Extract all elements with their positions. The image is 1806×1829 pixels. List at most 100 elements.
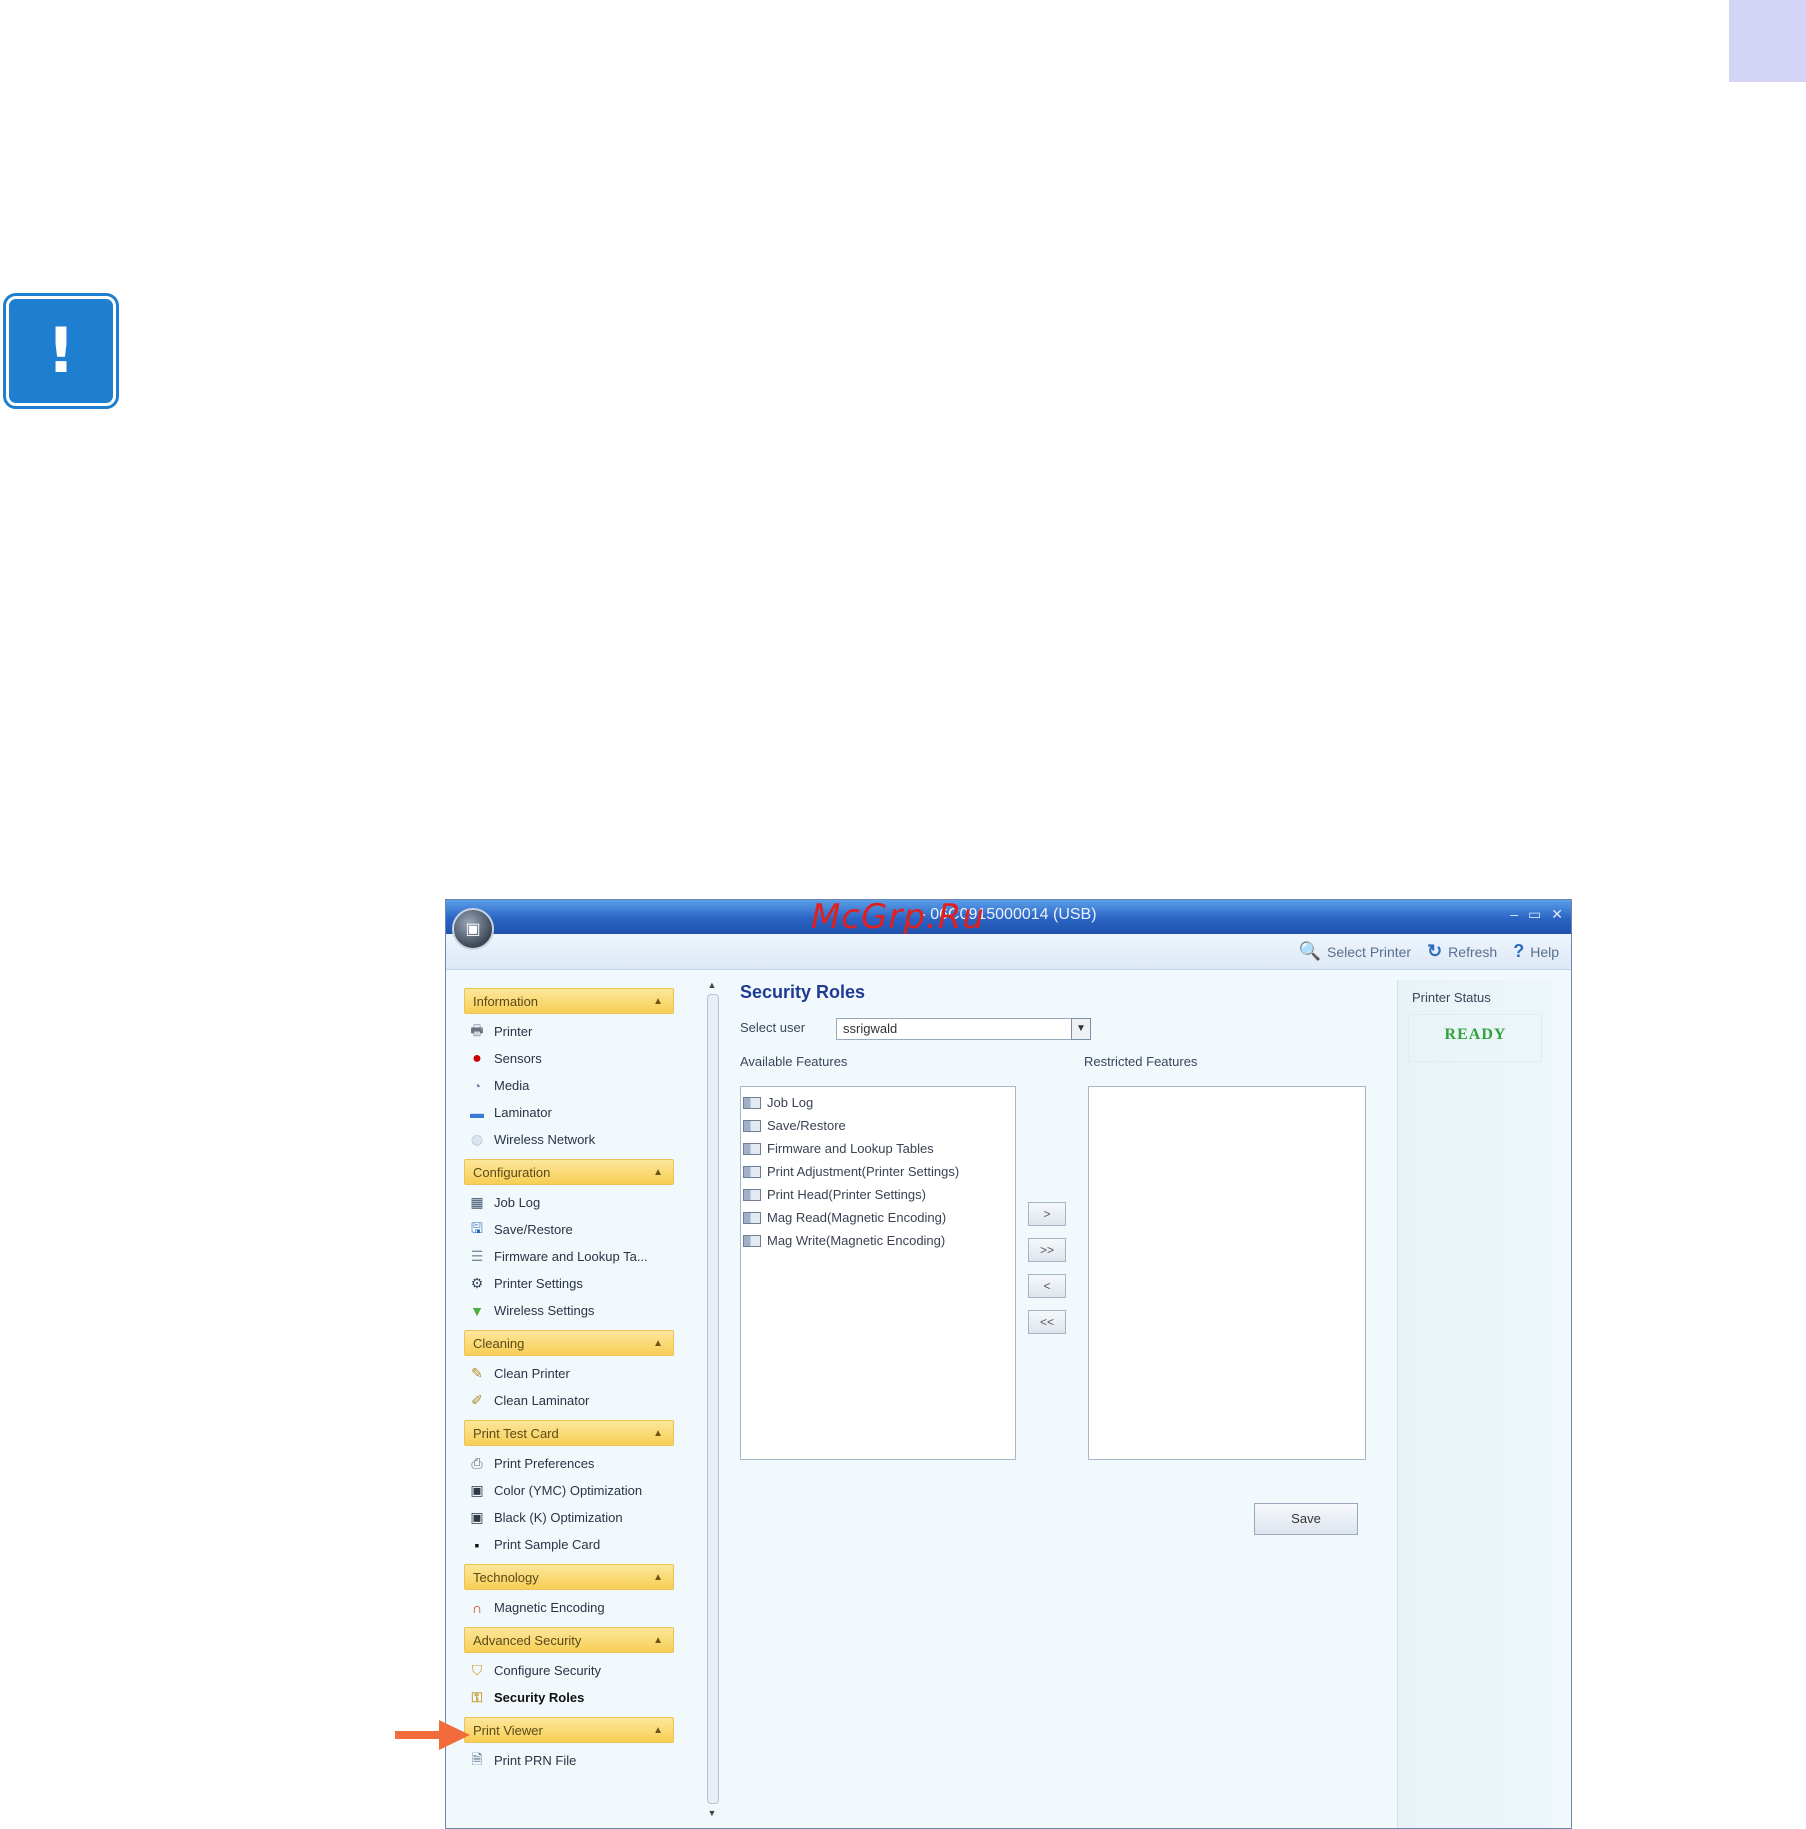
black-card-icon: ▣ bbox=[470, 1509, 484, 1525]
sidebar-item-print-preferences[interactable]: ⎙ Print Preferences bbox=[464, 1450, 674, 1477]
help-icon: ? bbox=[1513, 941, 1525, 961]
sidebar-item-magnetic-encoding[interactable]: ∩ Magnetic Encoding bbox=[464, 1594, 674, 1621]
status-badge: READY bbox=[1444, 1026, 1507, 1043]
refresh-icon: ↻ bbox=[1427, 941, 1443, 961]
add-all-features-button[interactable]: >> bbox=[1028, 1238, 1066, 1262]
sidebar-item-color-optimization[interactable]: ▣ Color (YMC) Optimization bbox=[464, 1477, 674, 1504]
help-button[interactable]: ? Help bbox=[1513, 941, 1559, 962]
sidebar-item-wireless-network[interactable]: ◍ Wireless Network bbox=[464, 1126, 674, 1153]
available-features-list[interactable]: Job Log Save/Restore Firmware and Lookup… bbox=[740, 1086, 1016, 1460]
media-icon: ◔ bbox=[472, 1077, 482, 1094]
restricted-features-label: Restricted Features bbox=[1084, 1054, 1198, 1069]
group-header-advanced-security[interactable]: Advanced Security ▲ bbox=[464, 1627, 674, 1653]
group-header-technology[interactable]: Technology ▲ bbox=[464, 1564, 674, 1590]
sidebar-item-laminator[interactable]: ▬ Laminator bbox=[464, 1099, 674, 1126]
list-item[interactable]: Print Head(Printer Settings) bbox=[741, 1183, 1015, 1206]
nav-group-print-viewer: Print Viewer ▲ 🗎 Print PRN File bbox=[464, 1717, 674, 1774]
list-item[interactable]: Mag Write(Magnetic Encoding) bbox=[741, 1229, 1015, 1252]
sidebar: Information ▲ 🖶 Printer ● Sensors ◔ Media ▬ L… bbox=[464, 988, 674, 1780]
collapse-chevron-icon: ▲ bbox=[653, 1166, 663, 1178]
sidebar-item-configure-security[interactable]: ⛉ Configure Security bbox=[464, 1657, 674, 1684]
available-features-label: Available Features bbox=[740, 1054, 848, 1069]
group-header-print-test-card[interactable]: Print Test Card ▲ bbox=[464, 1420, 674, 1446]
collapse-chevron-icon: ▲ bbox=[653, 1337, 663, 1349]
nav-group-technology: Technology ▲ ∩ Magnetic Encoding bbox=[464, 1564, 674, 1621]
printer-status-panel: Printer Status READY bbox=[1397, 980, 1553, 1828]
laminator-icon: ▬ bbox=[470, 1104, 484, 1121]
group-header-information[interactable]: Information ▲ bbox=[464, 988, 674, 1014]
sidebar-item-job-log[interactable]: ▦ Job Log bbox=[464, 1189, 674, 1216]
firmware-table-icon: ☰ bbox=[470, 1248, 484, 1264]
printer-status-label: Printer Status bbox=[1412, 990, 1491, 1005]
add-feature-button[interactable]: > bbox=[1028, 1202, 1066, 1226]
pointer-arrow-icon bbox=[395, 1720, 470, 1750]
sidebar-item-firmware[interactable]: ☰ Firmware and Lookup Ta... bbox=[464, 1243, 674, 1270]
sidebar-item-media[interactable]: ◔ Media bbox=[464, 1072, 674, 1099]
feature-card-icon bbox=[743, 1211, 761, 1224]
sidebar-item-clean-laminator[interactable]: ✐ Clean Laminator bbox=[464, 1387, 674, 1414]
scrollbar-thumb[interactable] bbox=[707, 994, 719, 1804]
save-disk-icon: 🖫 bbox=[471, 1219, 483, 1236]
collapse-chevron-icon: ▲ bbox=[653, 1427, 663, 1439]
list-item[interactable]: Print Adjustment(Printer Settings) bbox=[741, 1160, 1015, 1183]
list-item[interactable]: Mag Read(Magnetic Encoding) bbox=[741, 1206, 1015, 1229]
sidebar-item-printer[interactable]: 🖶 Printer bbox=[464, 1018, 674, 1045]
feature-card-icon bbox=[743, 1142, 761, 1155]
remove-all-features-button[interactable]: << bbox=[1028, 1310, 1066, 1334]
close-button[interactable]: ✕ bbox=[1551, 906, 1563, 923]
chevron-down-icon[interactable]: ▼ bbox=[1071, 1018, 1091, 1040]
scroll-down-icon[interactable]: ▼ bbox=[704, 1808, 720, 1818]
list-item[interactable]: Job Log bbox=[741, 1091, 1015, 1114]
scroll-up-icon[interactable]: ▲ bbox=[704, 980, 720, 990]
list-item[interactable]: Firmware and Lookup Tables bbox=[741, 1137, 1015, 1160]
select-printer-label: Select Printer bbox=[1327, 943, 1412, 960]
nav-group-information: Information ▲ 🖶 Printer ● Sensors ◔ Media ▬ L… bbox=[464, 988, 674, 1153]
restricted-features-list[interactable] bbox=[1088, 1086, 1366, 1460]
security-roles-panel: Security Roles Select user ssrigwald ▼ A… bbox=[726, 980, 1386, 1820]
watermark-text: McGrp.Ru bbox=[811, 899, 985, 937]
select-user-label: Select user bbox=[740, 1020, 806, 1035]
sensor-dot-icon: ● bbox=[472, 1049, 482, 1067]
title-bar: - 06C0915000014 (USB) McGrp.Ru – ▭ ✕ bbox=[446, 899, 1571, 937]
refresh-button[interactable]: ↻ Refresh bbox=[1427, 941, 1497, 962]
sidebar-scrollbar[interactable]: ▲ ▼ bbox=[704, 980, 720, 1818]
feature-card-icon bbox=[743, 1096, 761, 1109]
sidebar-item-save-restore[interactable]: 🖫 Save/Restore bbox=[464, 1216, 674, 1243]
help-label: Help bbox=[1530, 943, 1559, 960]
group-header-configuration[interactable]: Configuration ▲ bbox=[464, 1159, 674, 1185]
collapse-chevron-icon: ▲ bbox=[653, 1724, 663, 1736]
sidebar-item-clean-printer[interactable]: ✎ Clean Printer bbox=[464, 1360, 674, 1387]
sidebar-item-sensors[interactable]: ● Sensors bbox=[464, 1045, 674, 1072]
sidebar-item-print-prn-file[interactable]: 🗎 Print PRN File bbox=[464, 1747, 674, 1774]
maximize-button[interactable]: ▭ bbox=[1528, 906, 1541, 923]
magnet-icon: ∩ bbox=[471, 1599, 483, 1616]
group-header-cleaning[interactable]: Cleaning ▲ bbox=[464, 1330, 674, 1356]
page-corner-tab bbox=[1729, 0, 1806, 82]
feature-card-icon bbox=[743, 1165, 761, 1178]
wireless-settings-icon: ▼ bbox=[470, 1302, 484, 1319]
shield-icon: ⛉ bbox=[471, 1662, 483, 1678]
app-menu-orb-icon[interactable]: ▣ bbox=[452, 908, 494, 950]
nav-group-cleaning: Cleaning ▲ ✎ Clean Printer ✐ Clean Laminato… bbox=[464, 1330, 674, 1414]
sample-card-icon: ▪ bbox=[474, 1536, 480, 1553]
list-item[interactable]: Save/Restore bbox=[741, 1114, 1015, 1137]
collapse-chevron-icon: ▲ bbox=[653, 1571, 663, 1583]
remove-feature-button[interactable]: < bbox=[1028, 1274, 1066, 1298]
application-window: - 06C0915000014 (USB) McGrp.Ru – ▭ ✕ ▣ 🔍… bbox=[445, 899, 1572, 1829]
save-button[interactable]: Save bbox=[1254, 1503, 1358, 1535]
minimize-button[interactable]: – bbox=[1510, 906, 1518, 923]
select-printer-button[interactable]: 🔍 Select Printer bbox=[1299, 941, 1411, 962]
sidebar-item-security-roles[interactable]: ⚿ Security Roles bbox=[464, 1684, 674, 1711]
window-controls: – ▭ ✕ bbox=[1510, 906, 1563, 923]
nav-group-print-test-card: Print Test Card ▲ ⎙ Print Preferences ▣ Col… bbox=[464, 1420, 674, 1558]
important-exclamation-icon: ! bbox=[3, 293, 119, 409]
select-user-dropdown[interactable]: ssrigwald ▼ bbox=[836, 1018, 1091, 1040]
job-log-icon: ▦ bbox=[470, 1194, 484, 1210]
sidebar-item-print-sample-card[interactable]: ▪ Print Sample Card bbox=[464, 1531, 674, 1558]
sidebar-item-wireless-settings[interactable]: ▼ Wireless Settings bbox=[464, 1297, 674, 1324]
group-header-print-viewer[interactable]: Print Viewer ▲ bbox=[464, 1717, 674, 1743]
page-title: Security Roles bbox=[740, 982, 866, 1002]
sidebar-item-black-optimization[interactable]: ▣ Black (K) Optimization bbox=[464, 1504, 674, 1531]
wireless-icon: ◍ bbox=[470, 1131, 484, 1147]
sidebar-item-printer-settings[interactable]: ⚙ Printer Settings bbox=[464, 1270, 674, 1297]
